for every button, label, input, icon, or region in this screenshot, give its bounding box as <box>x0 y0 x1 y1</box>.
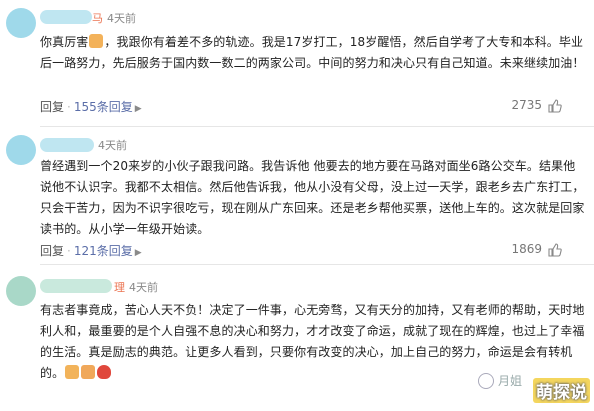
reply-button[interactable]: 回复 <box>40 100 64 114</box>
timestamp: 4天前 <box>107 12 136 25</box>
thumbs-up-icon[interactable] <box>548 243 562 257</box>
avatar[interactable] <box>6 8 36 38</box>
divider <box>40 126 594 127</box>
avatar[interactable] <box>6 276 36 306</box>
username-redacted[interactable] <box>40 10 92 24</box>
comment-text-part-1: 你真厉害 <box>40 35 89 49</box>
username-redacted[interactable] <box>40 138 94 152</box>
comment-meta: 4天前 <box>94 137 127 153</box>
thumbs-up-emoji-icon <box>89 34 104 48</box>
comment-text: 你真厉害 ，我跟你有着差不多的轨迹。我是17岁打工，18岁醒悟，然后自学考了大专和… <box>40 32 586 74</box>
timestamp: 4天前 <box>129 281 158 294</box>
username-redacted[interactable] <box>40 279 112 293</box>
watermark-text: 月姐 <box>497 374 522 388</box>
separator: · <box>67 100 71 114</box>
rose-emoji-icon <box>97 365 112 379</box>
comment-actions: 回复 · 155条回复 ▶ <box>40 98 142 115</box>
comment-meta: 理 4天前 <box>114 279 158 295</box>
wechat-logo-icon <box>477 372 494 389</box>
reply-count-link[interactable]: 121条回复 <box>74 244 133 258</box>
like-count: 2735 <box>511 98 542 112</box>
timestamp: 4天前 <box>98 139 127 152</box>
thumbs-up-icon[interactable] <box>548 99 562 113</box>
watermark-logo: 萌探说 <box>533 378 590 403</box>
watermark: 月姐 <box>477 372 522 389</box>
clap-emoji-icon <box>65 365 80 379</box>
chevron-right-icon: ▶ <box>134 104 142 114</box>
separator: · <box>67 244 71 258</box>
comment-actions: 回复 · 121条回复 ▶ <box>40 242 142 259</box>
comment-text-main: 有志者事竟成，苦心人天不负！决定了一件事，心无旁骛，又有天分的加持，又有老师的帮… <box>40 303 585 380</box>
comment-text: 曾经遇到一个20来岁的小伙子跟我问路。我告诉他 他要去的地方要在马路对面坐6路公… <box>40 159 585 236</box>
divider <box>40 264 594 265</box>
chevron-right-icon: ▶ <box>134 248 142 258</box>
like-count: 1869 <box>511 242 542 256</box>
reply-count-link[interactable]: 155条回复 <box>74 100 133 114</box>
username-tail[interactable]: 马 <box>92 12 103 25</box>
username-tail[interactable]: 理 <box>114 281 125 294</box>
comment-text-part-2: ，我跟你有着差不多的轨迹。我是17岁打工，18岁醒悟，然后自学考了大专和本科。毕… <box>40 35 585 70</box>
pray-emoji-icon <box>81 365 96 379</box>
reply-button[interactable]: 回复 <box>40 244 64 258</box>
avatar[interactable] <box>6 135 36 165</box>
comment-meta: 马 4天前 <box>92 10 136 26</box>
